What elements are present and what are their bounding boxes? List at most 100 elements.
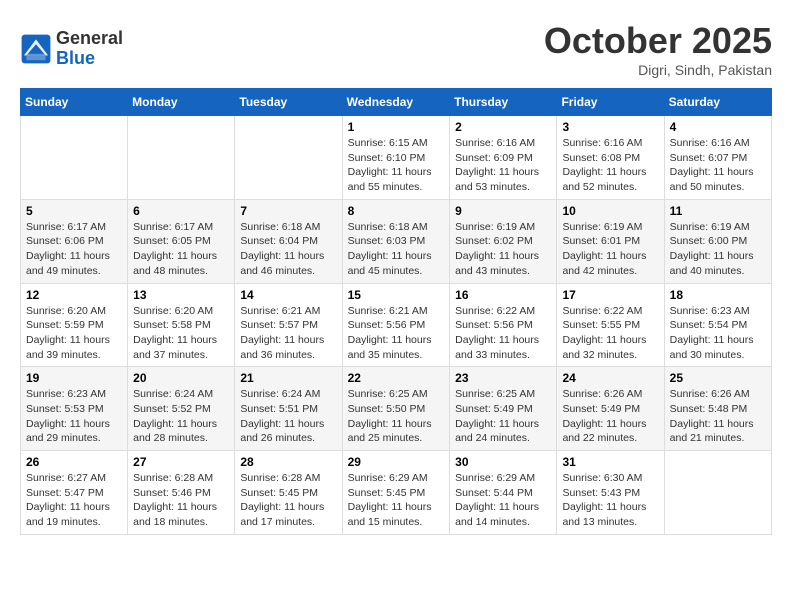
calendar-cell: 29 Sunrise: 6:29 AMSunset: 5:45 PMDayligh… bbox=[342, 451, 450, 535]
day-number: 9 bbox=[455, 204, 551, 218]
calendar-cell bbox=[235, 116, 342, 200]
cell-content: Sunrise: 6:22 AMSunset: 5:55 PMDaylight:… bbox=[562, 304, 658, 363]
calendar-table: SundayMondayTuesdayWednesdayThursdayFrid… bbox=[20, 88, 772, 535]
cell-content: Sunrise: 6:19 AMSunset: 6:02 PMDaylight:… bbox=[455, 220, 551, 279]
logo-icon bbox=[20, 33, 52, 65]
cell-content: Sunrise: 6:19 AMSunset: 6:00 PMDaylight:… bbox=[670, 220, 766, 279]
cell-content: Sunrise: 6:18 AMSunset: 6:04 PMDaylight:… bbox=[240, 220, 336, 279]
calendar-cell: 22 Sunrise: 6:25 AMSunset: 5:50 PMDayligh… bbox=[342, 367, 450, 451]
calendar-cell: 11 Sunrise: 6:19 AMSunset: 6:00 PMDayligh… bbox=[664, 199, 771, 283]
cell-content: Sunrise: 6:17 AMSunset: 6:05 PMDaylight:… bbox=[133, 220, 229, 279]
calendar-week-row: 12Sunrise: 6:20 AMSunset: 5:59 PMDayligh… bbox=[21, 283, 772, 367]
cell-content: Sunrise: 6:20 AMSunset: 5:58 PMDaylight:… bbox=[133, 304, 229, 363]
day-number: 14 bbox=[240, 288, 336, 302]
logo-text: General Blue bbox=[56, 29, 123, 69]
day-number: 1 bbox=[348, 120, 445, 134]
day-number: 30 bbox=[455, 455, 551, 469]
cell-content: Sunrise: 6:19 AMSunset: 6:01 PMDaylight:… bbox=[562, 220, 658, 279]
day-number: 3 bbox=[562, 120, 658, 134]
day-number: 16 bbox=[455, 288, 551, 302]
calendar-cell: 5 Sunrise: 6:17 AMSunset: 6:06 PMDaylight… bbox=[21, 199, 128, 283]
calendar-cell: 7 Sunrise: 6:18 AMSunset: 6:04 PMDaylight… bbox=[235, 199, 342, 283]
cell-content: Sunrise: 6:28 AMSunset: 5:45 PMDaylight:… bbox=[240, 471, 336, 530]
weekday-header-sunday: Sunday bbox=[21, 89, 128, 116]
day-number: 5 bbox=[26, 204, 122, 218]
day-number: 11 bbox=[670, 204, 766, 218]
calendar-cell: 6 Sunrise: 6:17 AMSunset: 6:05 PMDaylight… bbox=[128, 199, 235, 283]
calendar-cell: 10Sunrise: 6:19 AMSunset: 6:01 PMDayligh… bbox=[557, 199, 664, 283]
calendar-cell: 25Sunrise: 6:26 AMSunset: 5:48 PMDayligh… bbox=[664, 367, 771, 451]
calendar-cell: 19 Sunrise: 6:23 AMSunset: 5:53 PMDayligh… bbox=[21, 367, 128, 451]
cell-content: Sunrise: 6:23 AMSunset: 5:54 PMDaylight:… bbox=[670, 304, 766, 363]
calendar-cell: 17 Sunrise: 6:22 AMSunset: 5:55 PMDayligh… bbox=[557, 283, 664, 367]
cell-content: Sunrise: 6:15 AMSunset: 6:10 PMDaylight:… bbox=[348, 136, 445, 195]
calendar-cell: 24Sunrise: 6:26 AMSunset: 5:49 PMDayligh… bbox=[557, 367, 664, 451]
calendar-cell bbox=[128, 116, 235, 200]
calendar-week-row: 1 Sunrise: 6:15 AMSunset: 6:10 PMDaylight… bbox=[21, 116, 772, 200]
day-number: 19 bbox=[26, 371, 122, 385]
day-number: 23 bbox=[455, 371, 551, 385]
calendar-cell: 3 Sunrise: 6:16 AMSunset: 6:08 PMDaylight… bbox=[557, 116, 664, 200]
cell-content: Sunrise: 6:27 AMSunset: 5:47 PMDaylight:… bbox=[26, 471, 122, 530]
calendar-cell: 1 Sunrise: 6:15 AMSunset: 6:10 PMDaylight… bbox=[342, 116, 450, 200]
calendar-cell: 2 Sunrise: 6:16 AMSunset: 6:09 PMDaylight… bbox=[450, 116, 557, 200]
title-section: October 2025 Digri, Sindh, Pakistan bbox=[544, 20, 772, 78]
page-header: General Blue October 2025 Digri, Sindh, … bbox=[20, 20, 772, 78]
calendar-cell: 18 Sunrise: 6:23 AMSunset: 5:54 PMDayligh… bbox=[664, 283, 771, 367]
cell-content: Sunrise: 6:23 AMSunset: 5:53 PMDaylight:… bbox=[26, 387, 122, 446]
cell-content: Sunrise: 6:25 AMSunset: 5:50 PMDaylight:… bbox=[348, 387, 445, 446]
cell-content: Sunrise: 6:16 AMSunset: 6:07 PMDaylight:… bbox=[670, 136, 766, 195]
day-number: 22 bbox=[348, 371, 445, 385]
cell-content: Sunrise: 6:21 AMSunset: 5:57 PMDaylight:… bbox=[240, 304, 336, 363]
cell-content: Sunrise: 6:21 AMSunset: 5:56 PMDaylight:… bbox=[348, 304, 445, 363]
calendar-cell: 13 Sunrise: 6:20 AMSunset: 5:58 PMDayligh… bbox=[128, 283, 235, 367]
weekday-header-wednesday: Wednesday bbox=[342, 89, 450, 116]
day-number: 13 bbox=[133, 288, 229, 302]
calendar-cell: 15 Sunrise: 6:21 AMSunset: 5:56 PMDayligh… bbox=[342, 283, 450, 367]
month-title: October 2025 bbox=[544, 20, 772, 62]
calendar-week-row: 26Sunrise: 6:27 AMSunset: 5:47 PMDayligh… bbox=[21, 451, 772, 535]
day-number: 15 bbox=[348, 288, 445, 302]
cell-content: Sunrise: 6:29 AMSunset: 5:45 PMDaylight:… bbox=[348, 471, 445, 530]
calendar-week-row: 19 Sunrise: 6:23 AMSunset: 5:53 PMDayligh… bbox=[21, 367, 772, 451]
calendar-cell: 23 Sunrise: 6:25 AMSunset: 5:49 PMDayligh… bbox=[450, 367, 557, 451]
cell-content: Sunrise: 6:25 AMSunset: 5:49 PMDaylight:… bbox=[455, 387, 551, 446]
calendar-cell: 20 Sunrise: 6:24 AMSunset: 5:52 PMDayligh… bbox=[128, 367, 235, 451]
cell-content: Sunrise: 6:30 AMSunset: 5:43 PMDaylight:… bbox=[562, 471, 658, 530]
day-number: 2 bbox=[455, 120, 551, 134]
day-number: 27 bbox=[133, 455, 229, 469]
day-number: 25 bbox=[670, 371, 766, 385]
calendar-cell: 16 Sunrise: 6:22 AMSunset: 5:56 PMDayligh… bbox=[450, 283, 557, 367]
weekday-header-row: SundayMondayTuesdayWednesdayThursdayFrid… bbox=[21, 89, 772, 116]
cell-content: Sunrise: 6:16 AMSunset: 6:09 PMDaylight:… bbox=[455, 136, 551, 195]
cell-content: Sunrise: 6:20 AMSunset: 5:59 PMDaylight:… bbox=[26, 304, 122, 363]
calendar-cell: 21Sunrise: 6:24 AMSunset: 5:51 PMDayligh… bbox=[235, 367, 342, 451]
weekday-header-friday: Friday bbox=[557, 89, 664, 116]
location: Digri, Sindh, Pakistan bbox=[544, 62, 772, 78]
day-number: 17 bbox=[562, 288, 658, 302]
day-number: 8 bbox=[348, 204, 445, 218]
day-number: 18 bbox=[670, 288, 766, 302]
calendar-cell bbox=[21, 116, 128, 200]
cell-content: Sunrise: 6:17 AMSunset: 6:06 PMDaylight:… bbox=[26, 220, 122, 279]
day-number: 29 bbox=[348, 455, 445, 469]
calendar-week-row: 5 Sunrise: 6:17 AMSunset: 6:06 PMDaylight… bbox=[21, 199, 772, 283]
calendar-cell: 8Sunrise: 6:18 AMSunset: 6:03 PMDaylight… bbox=[342, 199, 450, 283]
cell-content: Sunrise: 6:22 AMSunset: 5:56 PMDaylight:… bbox=[455, 304, 551, 363]
cell-content: Sunrise: 6:16 AMSunset: 6:08 PMDaylight:… bbox=[562, 136, 658, 195]
calendar-cell: 30 Sunrise: 6:29 AMSunset: 5:44 PMDayligh… bbox=[450, 451, 557, 535]
day-number: 4 bbox=[670, 120, 766, 134]
cell-content: Sunrise: 6:24 AMSunset: 5:52 PMDaylight:… bbox=[133, 387, 229, 446]
day-number: 7 bbox=[240, 204, 336, 218]
day-number: 6 bbox=[133, 204, 229, 218]
day-number: 20 bbox=[133, 371, 229, 385]
cell-content: Sunrise: 6:29 AMSunset: 5:44 PMDaylight:… bbox=[455, 471, 551, 530]
logo: General Blue bbox=[20, 29, 123, 69]
calendar-cell: 4 Sunrise: 6:16 AMSunset: 6:07 PMDaylight… bbox=[664, 116, 771, 200]
day-number: 21 bbox=[240, 371, 336, 385]
cell-content: Sunrise: 6:26 AMSunset: 5:49 PMDaylight:… bbox=[562, 387, 658, 446]
calendar-cell: 31Sunrise: 6:30 AMSunset: 5:43 PMDayligh… bbox=[557, 451, 664, 535]
weekday-header-thursday: Thursday bbox=[450, 89, 557, 116]
day-number: 28 bbox=[240, 455, 336, 469]
calendar-cell: 26Sunrise: 6:27 AMSunset: 5:47 PMDayligh… bbox=[21, 451, 128, 535]
